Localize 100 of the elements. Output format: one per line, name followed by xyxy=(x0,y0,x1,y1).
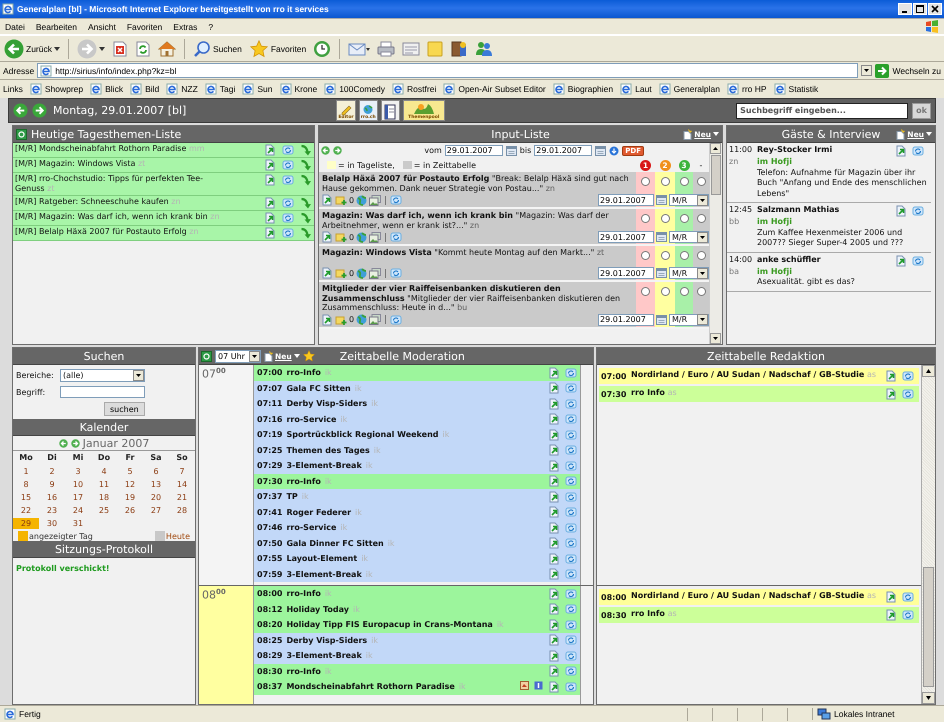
edit-button[interactable] xyxy=(401,40,422,56)
link-item[interactable]: Bild xyxy=(130,83,160,95)
refresh-icon[interactable] xyxy=(16,128,27,140)
radio-button[interactable] xyxy=(660,287,670,296)
cycle-icon[interactable] xyxy=(565,475,577,488)
cycle-icon[interactable] xyxy=(565,460,577,472)
calendar-day[interactable]: 12 xyxy=(117,479,143,490)
cycle-icon[interactable] xyxy=(565,398,577,410)
next-month-icon[interactable] xyxy=(70,438,80,448)
date-field[interactable]: 29.01.2007 xyxy=(598,231,654,243)
page-arrow-icon[interactable] xyxy=(548,428,560,441)
page-arrow-icon[interactable] xyxy=(548,603,560,616)
calendar-day[interactable]: 15 xyxy=(13,492,39,503)
radio-button[interactable] xyxy=(680,251,688,260)
calendar-day[interactable]: 27 xyxy=(143,505,169,516)
page-arrow-icon[interactable] xyxy=(885,370,897,382)
scroll-thumb[interactable] xyxy=(923,567,934,687)
cycle-icon[interactable] xyxy=(565,444,577,456)
calendar-day[interactable]: 30 xyxy=(39,518,65,529)
forward-button[interactable] xyxy=(32,103,47,118)
page-arrow-icon[interactable] xyxy=(264,174,276,186)
radio-button[interactable] xyxy=(641,177,650,186)
calendar-day[interactable]: 9 xyxy=(39,479,65,490)
arrow-icon[interactable] xyxy=(300,227,312,239)
page-arrow-icon[interactable] xyxy=(548,398,560,410)
page-arrow-icon[interactable] xyxy=(548,665,560,678)
channel-dropdown[interactable]: M/R xyxy=(669,314,709,326)
date-field[interactable]: 29.01.2007 xyxy=(598,194,654,206)
calendar-day[interactable]: 7 xyxy=(169,466,195,477)
cycle-icon[interactable] xyxy=(565,650,577,662)
cycle-icon[interactable] xyxy=(282,197,294,209)
download-icon[interactable] xyxy=(609,146,620,156)
page-arrow-icon[interactable] xyxy=(885,609,897,621)
mail-button[interactable] xyxy=(347,40,372,56)
scroll-thumb[interactable] xyxy=(711,155,721,195)
cycle-icon[interactable] xyxy=(565,413,577,426)
calendar-day[interactable]: 14 xyxy=(169,479,195,490)
date-field[interactable]: 29.01.2007 xyxy=(598,267,654,279)
note-button[interactable] xyxy=(426,40,444,56)
globe-icon[interactable] xyxy=(356,314,368,325)
link-item[interactable]: NZZ xyxy=(166,83,198,95)
page-arrow-icon[interactable] xyxy=(895,205,907,217)
calendar-day[interactable]: 6 xyxy=(143,466,169,477)
search-button[interactable]: Suchen xyxy=(192,40,243,58)
link-item[interactable]: Krone xyxy=(280,83,318,95)
menu-item[interactable]: Extras xyxy=(173,22,198,32)
link-item[interactable]: Tagi xyxy=(204,83,236,95)
next-icon[interactable] xyxy=(333,146,342,155)
cycle-icon[interactable] xyxy=(565,588,577,600)
cycle-icon[interactable] xyxy=(282,159,294,171)
calendar-day[interactable]: 31 xyxy=(65,518,91,529)
link-item[interactable]: Generalplan xyxy=(658,83,720,95)
menu-item[interactable]: ? xyxy=(208,22,214,32)
back-button[interactable]: Zurück xyxy=(3,38,61,58)
page-arrow-icon[interactable] xyxy=(321,231,333,243)
photos-icon[interactable] xyxy=(369,314,382,325)
cycle-icon[interactable] xyxy=(282,174,294,186)
cycle-icon[interactable] xyxy=(565,552,577,565)
page-arrow-icon[interactable] xyxy=(548,618,560,631)
cycle-icon[interactable] xyxy=(912,254,924,266)
channel-dropdown[interactable]: M/R xyxy=(669,231,709,243)
menu-item[interactable]: Favoriten xyxy=(126,22,162,32)
calendar-day[interactable]: 19 xyxy=(117,492,143,503)
calendar-day[interactable]: 3 xyxy=(65,466,91,477)
radio-button[interactable] xyxy=(680,214,688,223)
messenger-button[interactable] xyxy=(474,40,494,58)
calendar-day[interactable]: 5 xyxy=(117,466,143,477)
cycle-icon[interactable] xyxy=(565,366,577,379)
date-field[interactable]: 29.01.2007 xyxy=(444,145,503,156)
cycle-icon[interactable] xyxy=(902,609,914,621)
search-button[interactable]: suchen xyxy=(104,402,145,416)
page-arrow-icon[interactable] xyxy=(264,159,276,171)
page-arrow-icon[interactable] xyxy=(895,254,907,266)
cycle-icon[interactable] xyxy=(565,490,577,503)
calendar-day[interactable]: 26 xyxy=(117,505,143,516)
radio-button[interactable] xyxy=(660,251,670,260)
page-arrow-icon[interactable] xyxy=(885,591,897,603)
back-button[interactable] xyxy=(13,103,28,118)
link-item[interactable]: Biographien xyxy=(552,83,614,95)
link-item[interactable]: Blick xyxy=(90,83,124,95)
calendar-icon[interactable] xyxy=(656,195,667,205)
image-icon[interactable] xyxy=(520,680,529,690)
link-item[interactable]: Statistik xyxy=(774,83,818,95)
cycle-icon[interactable] xyxy=(282,212,294,224)
globe-icon[interactable] xyxy=(356,268,368,278)
cycle-icon[interactable] xyxy=(565,618,577,631)
radio-button[interactable] xyxy=(660,214,670,223)
calendar-day[interactable]: 28 xyxy=(169,505,195,516)
arrow-icon[interactable] xyxy=(300,174,312,186)
stop-button[interactable] xyxy=(110,40,129,56)
area-dropdown[interactable]: (alle) xyxy=(60,369,145,382)
page-arrow-icon[interactable] xyxy=(548,588,560,600)
scroll-up-button[interactable] xyxy=(922,365,935,377)
cycle-icon[interactable] xyxy=(565,680,577,693)
close-button[interactable] xyxy=(928,3,942,15)
calendar-day[interactable]: 29 xyxy=(13,518,39,529)
calendar-day[interactable]: 10 xyxy=(65,479,91,490)
calendar-icon[interactable] xyxy=(656,232,667,242)
radio-button[interactable] xyxy=(680,287,688,296)
calendar-day[interactable]: 20 xyxy=(143,492,169,503)
